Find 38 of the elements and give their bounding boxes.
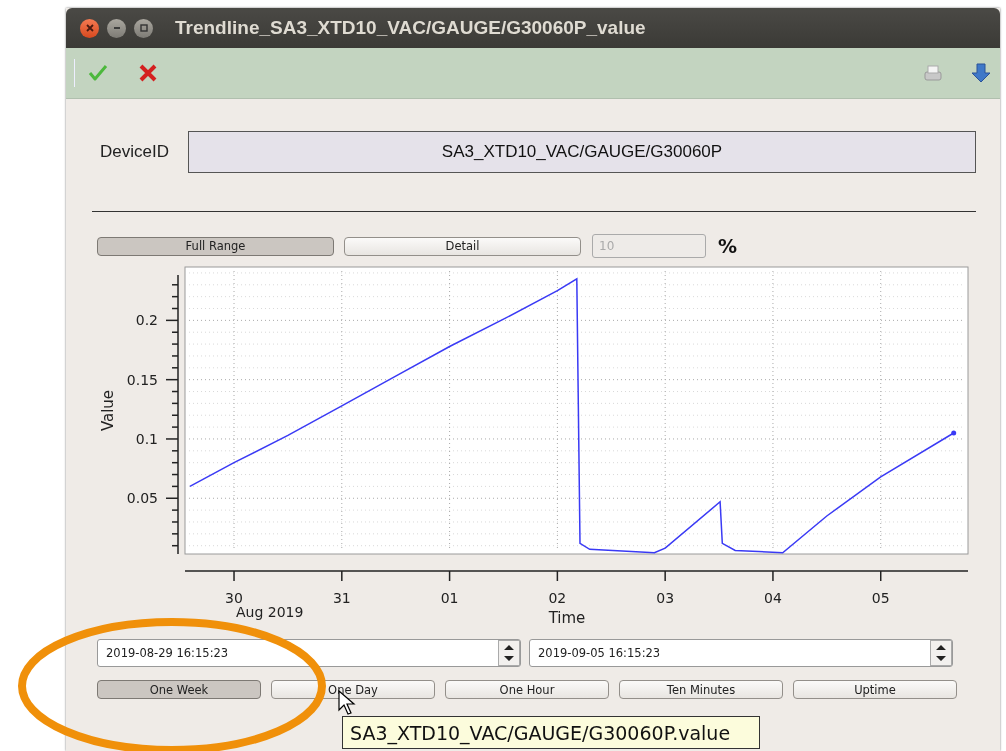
full-range-button[interactable]: Full Range [97,236,334,256]
x-tick-label: 31 [332,590,351,606]
percent-label: % [718,235,738,257]
spinner-icon[interactable] [930,640,952,666]
x-tick-label: 02 [548,590,567,606]
spinner-icon[interactable] [498,640,520,666]
tooltip: SA3_XTD10_VAC/GAUGE/G30060P.value [342,716,760,749]
close-button[interactable] [80,18,99,38]
end-point [951,430,957,436]
window-title: Trendline_SA3_XTD10_VAC/GAUGE/G30060P_value [175,17,646,39]
x-tick-label: 30 [225,590,243,606]
y-tick-label: 0.1 [135,430,158,447]
maximize-icon [138,23,149,33]
close-icon [84,23,95,33]
date-time-field[interactable]: 2019-08-29 16:15:23 [97,639,521,667]
maximize-button[interactable] [134,18,153,38]
device-id-field[interactable]: SA3_XTD10_VAC/GAUGE/G30060P [188,131,976,173]
y-tick-label: 0.05 [126,490,158,507]
period-button[interactable]: Ten Minutes [619,680,783,699]
minimize-button[interactable] [107,18,126,38]
x-tick-label: 01 [440,590,459,606]
x-axis-date: Aug 2019 [236,604,304,620]
date-time-field[interactable]: 2019-09-05 16:15:23 [529,639,953,667]
close-icon[interactable] [137,62,159,84]
x-tick-label: 03 [656,590,675,606]
y-axis-label: Value [99,389,117,432]
y-tick-label: 0.2 [135,312,158,329]
y-tick-label: 0.15 [126,371,158,388]
device-id-label: DeviceID [100,142,170,162]
x-tick-label: 05 [871,590,890,606]
down-arrow-icon[interactable] [970,62,992,84]
x-axis-label: Time [548,609,586,627]
period-button[interactable]: Uptime [793,680,957,699]
period-button[interactable]: One Week [97,680,261,699]
period-button[interactable]: One Day [271,680,435,699]
x-tick-label: 04 [764,590,782,606]
period-button[interactable]: One Hour [445,680,609,699]
detail-button[interactable]: Detail [344,236,581,256]
